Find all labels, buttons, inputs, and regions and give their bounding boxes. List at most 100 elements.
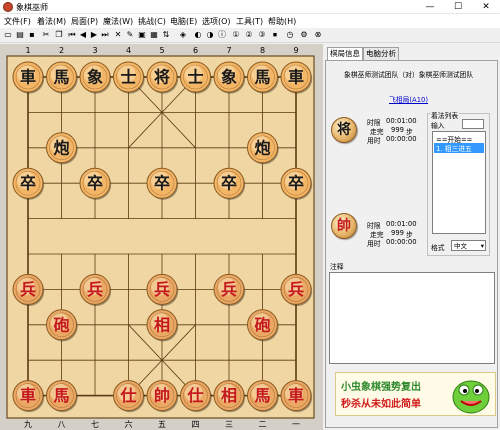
black-moves-value: 999 [391,126,404,134]
menu-bar: 文件(F) 着法(M) 局面(P) 魔法(W) 挑战(C) 电脑(E) 选项(O… [0,14,500,28]
file-label-top: 5 [159,46,164,55]
format-label: 格式 [431,244,445,252]
stop-icon[interactable]: ⏹ [270,30,280,40]
piece-label: 卒 [20,174,36,193]
menu-position[interactable]: 局面(P) [71,16,98,27]
save-icon[interactable]: ▪ [27,30,37,40]
color2-icon[interactable]: ◑ [205,30,215,40]
window-title: 象棋巫师 [16,3,48,12]
last-icon[interactable]: ⏭ [100,30,110,40]
delete-icon[interactable]: ✕ [113,30,123,40]
piece-label: 士 [187,68,203,87]
file-label-top: 7 [226,46,231,55]
cut-icon[interactable]: ✂ [41,30,51,40]
edit-icon[interactable]: ✎ [125,30,135,40]
copy-icon[interactable]: ❐ [54,30,64,40]
tab-game-info[interactable]: 棋局信息 [327,47,363,60]
file-label-top: 4 [126,46,131,55]
info-icon[interactable]: ⓘ [217,30,227,40]
menu-file[interactable]: 文件(F) [4,16,31,27]
piece-label: 相 [154,315,170,334]
move-input-label: 输入 [431,122,445,130]
settings-icon[interactable]: ⚙ [299,30,309,40]
book-icon[interactable]: ▦ [149,30,159,40]
tab-engine-analysis[interactable]: 电脑分析 [363,47,399,60]
menu-tools[interactable]: 工具(T) [236,16,263,27]
piece-label: 将 [154,68,170,87]
piece-label: 相 [221,386,237,405]
format-select[interactable]: 中文 ▾ [451,240,486,251]
file-label-top: 2 [59,46,64,55]
xiangqi-board[interactable]: 1 2 3 4 5 6 7 8 9九八七六五四三二一車馬象士将士象馬車炮 炮卒卒卒卒卒兵兵兵兵兵砲… [0,44,323,430]
file-label-bottom: 一 [292,420,300,429]
red-used-label: 用时 [367,240,381,248]
analyze-icon[interactable]: ◈ [178,30,188,40]
piece-label: 砲 [53,315,69,334]
piece-label: 兵 [20,280,36,299]
first-icon[interactable]: ⏮ [67,30,77,40]
open-icon[interactable]: ▤ [15,30,25,40]
file-label-bottom: 七 [91,420,99,429]
file-label-bottom: 三 [225,420,233,429]
menu-computer[interactable]: 电脑(E) [170,16,197,27]
board-area: 123456789九八七六五四三二一車馬象士将士象馬車炮炮卒卒卒卒卒兵兵兵兵兵砲… [0,44,323,430]
file-label-top: 6 [193,46,198,55]
move-input-field[interactable] [462,119,484,129]
piece-label: 車 [288,68,304,87]
piece-label: 象 [87,68,103,87]
piece-label: 炮 [254,138,270,157]
menu-challenge[interactable]: 挑战(C) [138,16,166,27]
ad-line-2: 秒杀从未如此简单 [341,399,421,410]
piece-label: 象 [221,68,237,87]
prev-icon[interactable]: ◀ [78,30,88,40]
file-label-top: 3 [92,46,97,55]
opening-link[interactable]: 飞相局(A10) [389,94,428,104]
piece-label: 馬 [53,386,69,405]
level2-icon[interactable]: ② [244,30,254,40]
move-list-item-selected[interactable]: 1. 相三进五 [434,143,484,153]
piece-label: 卒 [221,174,237,193]
menu-help[interactable]: 帮助(H) [268,16,296,27]
toolbar: ▭ ▤ ▪ ✂ ❐ ⏮ ◀ ▶ ⏭ ✕ ✎ ▣ ▦ ⇅ ◈ ◐ ◑ ⓘ ① ② ③ ⏹ ◷ ⚙ ⊗ [0,28,500,43]
file-label-bottom: 四 [192,420,200,429]
file-label-top: 9 [293,46,298,55]
piece-label: 車 [20,68,36,87]
close-button[interactable]: ✕ [472,0,500,14]
new-icon[interactable]: ▭ [3,30,13,40]
red-moves-value: 999 [391,229,404,237]
piece-label: 馬 [254,68,270,87]
file-label-bottom: 八 [58,420,66,429]
piece-label: 卒 [154,174,170,193]
piece-label: 卒 [288,174,304,193]
menu-moves[interactable]: 着法(M) [37,16,66,27]
bug-mascot-icon [452,380,490,414]
piece-label: 馬 [53,68,69,87]
notes-textarea[interactable] [329,272,495,364]
time-icon[interactable]: ◷ [285,30,295,40]
format-select-value: 中文 [454,242,467,250]
level1-icon[interactable]: ① [231,30,241,40]
players-label: 象棋巫师测试团队（对）象棋巫师测试团队 [344,71,474,79]
piece-label: 砲 [254,315,270,334]
move-list[interactable]: ==开始== 1. 相三进五 [432,131,486,234]
ad-banner[interactable]: 小虫象棋强势复出 秒杀从未如此简单 [335,372,496,416]
maximize-button[interactable]: ☐ [444,0,472,14]
ad-line-1: 小虫象棋强势复出 [341,382,421,393]
piece-label: 仕 [119,386,136,405]
close-icon[interactable]: ⊗ [313,30,323,40]
menu-magic[interactable]: 魔法(W) [103,16,133,27]
file-label-top: 8 [260,46,265,55]
save-book-icon[interactable]: ▣ [137,30,147,40]
color-icon[interactable]: ◐ [193,30,203,40]
menu-options[interactable]: 选项(O) [202,16,231,27]
level3-icon[interactable]: ③ [257,30,267,40]
flip-icon[interactable]: ⇅ [161,30,171,40]
file-label-bottom: 九 [24,420,32,429]
chevron-down-icon: ▾ [480,242,484,250]
next-icon[interactable]: ▶ [89,30,99,40]
notes-label: 注释 [330,263,344,271]
piece-label: 兵 [87,280,103,299]
minimize-button[interactable]: — [416,0,444,14]
piece-label: 炮 [53,138,69,157]
black-used-label: 用时 [367,137,381,145]
